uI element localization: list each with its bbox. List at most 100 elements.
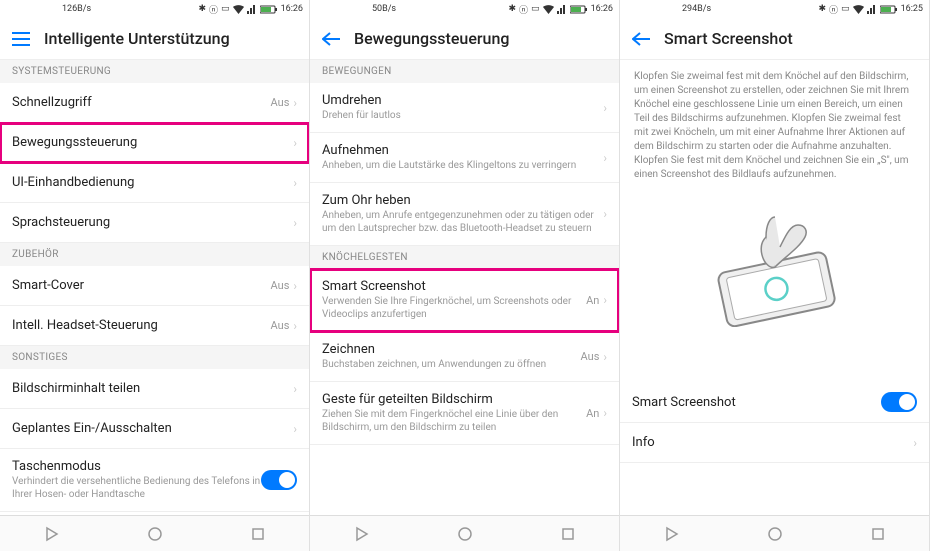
chevron-right-icon: › (603, 350, 607, 364)
row-ui-einhand[interactable]: UI-Einhandbedienung› (0, 163, 309, 203)
row-smart-screenshot[interactable]: Smart ScreenshotVerwenden Sie Ihre Finge… (310, 269, 619, 332)
nfc-icon: ⓝ (519, 3, 528, 16)
row-title: Umdrehen (322, 93, 603, 108)
row-title: Zeichnen (322, 342, 581, 357)
chevron-right-icon: › (603, 406, 607, 420)
nav-bar (620, 515, 929, 551)
signal-icon (247, 5, 257, 14)
row-title: Aufnehmen (322, 143, 603, 158)
bluetooth-icon: ✱ (199, 4, 207, 14)
row-title: Smart Screenshot (322, 279, 586, 294)
chevron-right-icon: › (913, 436, 917, 450)
nav-recent-icon[interactable] (870, 526, 886, 542)
row-subtitle: Anheben, um Anrufe entgegenzunehmen oder… (322, 209, 603, 235)
nfc-icon: ⓝ (829, 3, 838, 16)
section-header: KNÖCHELGESTEN (310, 246, 619, 269)
chevron-right-icon: › (293, 319, 297, 333)
toggle-switch[interactable] (881, 392, 917, 412)
battery-icon (570, 5, 588, 14)
nav-bar (310, 515, 619, 551)
row-title: Bildschirminhalt teilen (12, 381, 293, 396)
bluetooth-icon: ✱ (819, 4, 827, 14)
status-bar: 126B/s ✱ ⓝ ▭ 16:26 (0, 0, 309, 18)
row-taschenmodus[interactable]: TaschenmodusVerhindert die versehentlich… (0, 449, 309, 512)
row-value: Aus (581, 350, 600, 363)
row-umdrehen[interactable]: UmdrehenDrehen für lautlos› (310, 83, 619, 133)
row-bildschirm-teilen[interactable]: Bildschirminhalt teilen› (0, 369, 309, 409)
back-icon[interactable] (632, 32, 650, 46)
back-icon[interactable] (322, 32, 340, 46)
section-header: BEWEGUNGEN (310, 60, 619, 83)
chevron-right-icon: › (293, 422, 297, 436)
nav-home-icon[interactable] (457, 526, 473, 542)
row-headset[interactable]: Intell. Headset-SteuerungAus› (0, 306, 309, 346)
nav-back-icon[interactable] (664, 526, 680, 542)
page-title: Bewegungssteuerung (354, 29, 509, 48)
battery-icon (260, 5, 278, 14)
chevron-right-icon: › (293, 176, 297, 190)
row-value: Aus (271, 279, 290, 292)
wifi-icon (853, 5, 864, 14)
chevron-right-icon: › (603, 101, 607, 115)
section-header: SONSTIGES (0, 346, 309, 369)
wifi-icon (233, 5, 244, 14)
header: Intelligente Unterstützung (0, 18, 309, 60)
row-subtitle: Ziehen Sie mit dem Fingerknöchel eine Li… (322, 408, 586, 434)
row-geteilter-bildschirm[interactable]: Geste für geteilten BildschirmZiehen Sie… (310, 382, 619, 445)
row-bewegungssteuerung[interactable]: Bewegungssteuerung› (0, 123, 309, 163)
row-sprachsteuerung[interactable]: Sprachsteuerung› (0, 203, 309, 243)
row-value: An (586, 294, 599, 307)
row-schnellzugriff[interactable]: SchnellzugriffAus› (0, 83, 309, 123)
row-info[interactable]: Info› (620, 423, 929, 463)
row-title: Taschenmodus (12, 459, 261, 474)
chevron-right-icon: › (293, 96, 297, 110)
content: SYSTEMSTEUERUNG SchnellzugriffAus› Beweg… (0, 60, 309, 551)
nav-home-icon[interactable] (767, 526, 783, 542)
row-geplantes[interactable]: Geplantes Ein-/Ausschalten› (0, 409, 309, 449)
page-title: Intelligente Unterstützung (44, 29, 230, 48)
row-aufnehmen[interactable]: AufnehmenAnheben, um die Lautstärke des … (310, 133, 619, 183)
row-title: Smart Screenshot (632, 395, 881, 410)
row-smart-screenshot-toggle[interactable]: Smart Screenshot (620, 382, 929, 423)
nav-recent-icon[interactable] (560, 526, 576, 542)
chevron-right-icon: › (603, 207, 607, 221)
battery-icon (880, 5, 898, 14)
row-title: UI-Einhandbedienung (12, 175, 293, 190)
row-value: Aus (271, 96, 290, 109)
row-zeichnen[interactable]: ZeichnenBuchstaben zeichnen, um Anwendun… (310, 332, 619, 382)
row-title: Bewegungssteuerung (12, 135, 293, 150)
nav-home-icon[interactable] (147, 526, 163, 542)
row-subtitle: Verhindert die versehentliche Bedienung … (12, 475, 261, 501)
nav-recent-icon[interactable] (250, 526, 266, 542)
toggle-switch[interactable] (261, 470, 297, 490)
vibrate-icon: ▭ (531, 4, 540, 14)
section-header: SYSTEMSTEUERUNG (0, 60, 309, 83)
signal-icon (557, 5, 567, 14)
screen-1: 126B/s ✱ ⓝ ▭ 16:26 Intelligente Unterstü… (0, 0, 310, 551)
clock: 16:26 (591, 4, 613, 14)
screen-3: 294B/s ✱ⓝ▭ 16:25 Smart Screenshot Klopfe… (620, 0, 930, 551)
row-subtitle: Drehen für lautlos (322, 109, 603, 122)
row-zum-ohr[interactable]: Zum Ohr hebenAnheben, um Anrufe entgegen… (310, 183, 619, 246)
row-subtitle: Anheben, um die Lautstärke des Klingelto… (322, 159, 603, 172)
nav-back-icon[interactable] (354, 526, 370, 542)
content: Klopfen Sie zweimal fest mit dem Knöchel… (620, 60, 929, 551)
row-value: Aus (271, 319, 290, 332)
vibrate-icon: ▭ (221, 4, 230, 14)
status-bar: 294B/s ✱ⓝ▭ 16:25 (620, 0, 929, 18)
screen-2: 50B/s ✱ⓝ▭ 16:26 Bewegungssteuerung BEWEG… (310, 0, 620, 551)
row-value: An (586, 407, 599, 420)
row-title: Geplantes Ein-/Ausschalten (12, 421, 293, 436)
row-smart-cover[interactable]: Smart-CoverAus› (0, 266, 309, 306)
row-title: Geste für geteilten Bildschirm (322, 392, 586, 407)
row-title: Intell. Headset-Steuerung (12, 318, 271, 333)
status-bar: 50B/s ✱ⓝ▭ 16:26 (310, 0, 619, 18)
row-title: Zum Ohr heben (322, 193, 603, 208)
chevron-right-icon: › (293, 382, 297, 396)
menu-icon[interactable] (12, 32, 30, 46)
nav-back-icon[interactable] (44, 526, 60, 542)
clock: 16:26 (281, 4, 303, 14)
vibrate-icon: ▭ (841, 4, 850, 14)
chevron-right-icon: › (293, 216, 297, 230)
header: Smart Screenshot (620, 18, 929, 60)
